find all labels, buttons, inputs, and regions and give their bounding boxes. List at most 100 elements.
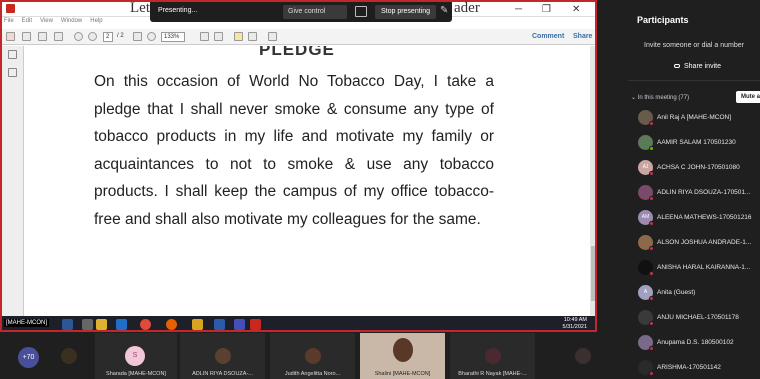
- participant-row[interactable]: ALSON JOSHUA ANDRADE-1...: [638, 231, 760, 256]
- status-dot: [649, 246, 654, 251]
- chrome-icon[interactable]: [140, 319, 151, 330]
- participant-name: Anupama D.S. 180500102: [657, 339, 734, 346]
- maximize-icon[interactable]: ❐: [542, 4, 551, 15]
- word-icon[interactable]: [62, 319, 73, 330]
- pdf-toolbar: 2 / 2 133% Comment Share: [2, 29, 595, 45]
- page-down-icon[interactable]: [88, 32, 97, 41]
- participant-tile[interactable]: [44, 333, 94, 379]
- participant-tile[interactable]: Judith Angelitta Noro...: [270, 333, 355, 379]
- panel-title: Participants: [637, 15, 689, 25]
- participant-row[interactable]: ANISHA HARAL KAIRANNA-1...: [638, 256, 760, 281]
- print-icon[interactable]: [38, 32, 47, 41]
- minimize-icon[interactable]: ─: [515, 4, 522, 15]
- edge-icon[interactable]: [116, 319, 127, 330]
- photos-icon[interactable]: [214, 319, 225, 330]
- highlight-icon[interactable]: [248, 32, 257, 41]
- participant-row[interactable]: AM ALEENA MATHEWS-170501216: [638, 206, 760, 231]
- participant-name: ACHSA C JOHN-170501080: [657, 164, 740, 171]
- teams-meeting-window: Lett ader ─ ❐ ✕ File Edit View Window He…: [0, 0, 760, 379]
- status-dot: [649, 146, 654, 151]
- fit-page-icon[interactable]: [200, 32, 209, 41]
- mute-all-button[interactable]: Mute a: [736, 91, 760, 103]
- pledge-text: On this occasion of World No Tobacco Day…: [94, 73, 494, 228]
- avatar: S: [125, 346, 145, 366]
- taskbar-clock: 10:49 AM 5/31/2021: [562, 317, 587, 330]
- overflow-participants-badge[interactable]: +70: [18, 347, 39, 368]
- page-up-icon[interactable]: [74, 32, 83, 41]
- participant-video: [393, 338, 413, 362]
- menu-file[interactable]: File: [4, 18, 14, 28]
- share-button[interactable]: Share: [573, 33, 592, 40]
- sign-icon[interactable]: [268, 32, 277, 41]
- comment-note-icon[interactable]: [234, 32, 243, 41]
- presenting-status: Presenting...: [158, 7, 198, 14]
- close-icon[interactable]: ✕: [572, 4, 580, 15]
- firefox-icon[interactable]: [166, 319, 177, 330]
- screen-icon[interactable]: [355, 6, 367, 17]
- give-control-button[interactable]: Give control: [283, 5, 347, 19]
- in-meeting-section-header[interactable]: ⌄ In this meeting (77): [631, 94, 689, 101]
- email-icon[interactable]: [54, 32, 63, 41]
- menu-edit[interactable]: Edit: [22, 18, 32, 28]
- scrollbar-thumb[interactable]: [591, 246, 595, 301]
- participant-name: ARISHMA-170501142: [657, 364, 721, 371]
- zoom-select[interactable]: 133%: [161, 32, 185, 42]
- pledge-heading: PLEDGE: [259, 46, 335, 59]
- fit-width-icon[interactable]: [214, 32, 223, 41]
- create-pdf-icon[interactable]: [6, 32, 15, 41]
- participant-row[interactable]: Anupama D.S. 180500102: [638, 331, 760, 356]
- acrobat-taskbar-icon[interactable]: [250, 319, 261, 330]
- participant-row[interactable]: ADLIN RIYA DSOUZA-170501...: [638, 181, 760, 206]
- participant-name: ADLIN RIYA DSOUZA-170501...: [657, 189, 751, 196]
- tile-name: Sharada [MAHE-MCON]: [106, 371, 166, 377]
- status-dot: [649, 271, 654, 276]
- page-thumbnails-icon[interactable]: [8, 50, 17, 59]
- status-dot: [649, 371, 654, 376]
- participant-row[interactable]: Anil Raj A [MAHE-MCON]: [638, 106, 760, 131]
- menu-view[interactable]: View: [40, 18, 53, 28]
- participants-panel: Participants Invite someone or dial a nu…: [628, 0, 760, 379]
- participant-list: Anil Raj A [MAHE-MCON] AAMIR SALAM 17050…: [638, 106, 760, 379]
- pin-icon[interactable]: ✎: [440, 5, 448, 16]
- page-number-input[interactable]: 2: [103, 32, 113, 42]
- share-invite-button[interactable]: Share invite: [674, 63, 721, 70]
- attachments-icon[interactable]: [8, 68, 17, 77]
- menu-window[interactable]: Window: [61, 18, 82, 28]
- pdf-page: PLEDGE On this occasion of World No Toba…: [24, 46, 590, 316]
- open-icon[interactable]: [22, 32, 31, 41]
- participant-video: [575, 348, 591, 364]
- participant-tile[interactable]: S Sharada [MAHE-MCON]: [95, 333, 177, 379]
- stop-presenting-button[interactable]: Stop presenting: [375, 5, 436, 19]
- clock-date: 5/31/2021: [562, 324, 587, 330]
- teams-icon[interactable]: [234, 319, 245, 330]
- video-gallery: S Sharada [MAHE-MCON] ADLIN RIYA DSOUZA-…: [0, 333, 628, 379]
- participant-row[interactable]: ANJU MICHAEL-170501178: [638, 306, 760, 331]
- pdf-vertical-scrollbar[interactable]: [590, 46, 595, 316]
- presenter-label: [MAHE-MCON]: [4, 319, 49, 327]
- share-invite-label: Share invite: [684, 63, 721, 70]
- comment-button[interactable]: Comment: [532, 33, 564, 40]
- select-tool-icon[interactable]: [133, 32, 142, 41]
- participant-name: Anil Raj A [MAHE-MCON]: [657, 114, 732, 121]
- participant-row[interactable]: AAMIR SALAM 170501230: [638, 131, 760, 156]
- tile-name: ADLIN RIYA DSOUZA-...: [192, 371, 253, 377]
- file-icon[interactable]: [82, 319, 93, 330]
- status-dot: [649, 321, 654, 326]
- divider: [628, 80, 760, 81]
- participant-row[interactable]: AJ ACHSA C JOHN-170501080: [638, 156, 760, 181]
- participant-tile[interactable]: Bharathi R Nayak [MAHE-...: [450, 333, 535, 379]
- explorer-icon[interactable]: [192, 319, 203, 330]
- tile-name: Shalini [MAHE-MCON]: [374, 371, 431, 377]
- zoom-out-icon[interactable]: [147, 32, 156, 41]
- chevron-down-icon: ⌄: [631, 95, 637, 101]
- folder-icon[interactable]: [96, 319, 107, 330]
- participant-row[interactable]: A Anita (Guest): [638, 281, 760, 306]
- participant-row[interactable]: ARISHMA-170501142: [638, 356, 760, 379]
- menu-help[interactable]: Help: [90, 18, 102, 28]
- participant-tile[interactable]: [540, 333, 625, 379]
- menu-bar: File Edit View Window Help: [4, 18, 103, 28]
- participant-tile[interactable]: ADLIN RIYA DSOUZA-...: [180, 333, 265, 379]
- participant-tile-video[interactable]: Shalini [MAHE-MCON]: [360, 333, 445, 379]
- window-title-right: ader: [454, 0, 480, 16]
- invite-input[interactable]: Invite someone or dial a number: [644, 42, 744, 49]
